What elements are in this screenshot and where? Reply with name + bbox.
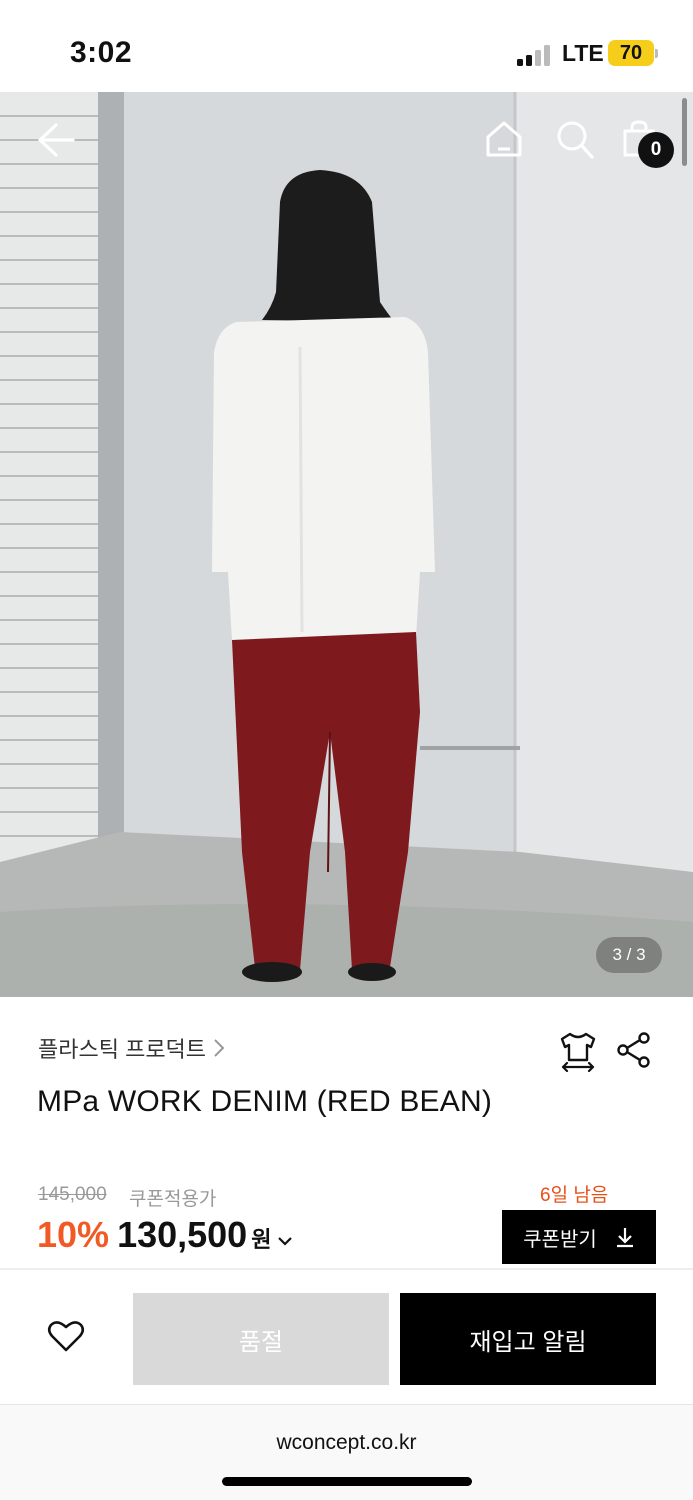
discount-rate: 10% [37,1214,110,1255]
sale-price: 130,500 [117,1214,248,1255]
restock-alert-button[interactable]: 재입고 알림 [400,1293,656,1385]
size-guide-icon[interactable] [558,1030,598,1072]
home-icon[interactable] [485,120,523,158]
cart-count-badge: 0 [638,132,674,168]
chevron-down-icon[interactable] [277,1235,293,1247]
image-page-indicator: 3 / 3 [596,937,662,973]
days-left-label: 6일 남음 [540,1185,609,1206]
url-text[interactable]: wconcept.co.kr [0,1431,693,1455]
coupon-price-label: 쿠폰적용가 [129,1189,217,1210]
product-photo [0,92,693,997]
network-label: LTE [562,40,604,66]
product-title: MPa WORK DENIM (RED BEAN) [37,1085,493,1118]
divider [0,1268,693,1270]
status-time: 3:02 [70,36,133,69]
heart-icon[interactable] [47,1319,85,1353]
price-row[interactable]: 10% 130,500 원 [37,1214,293,1256]
search-icon[interactable] [556,120,594,160]
battery-tip [655,49,658,58]
signal-icon [517,44,553,66]
battery-icon: 70 [608,40,654,66]
scrollbar[interactable] [682,98,687,166]
product-image[interactable]: 0 3 / 3 [0,92,693,997]
brand-name: 플라스틱 프로덕트 [38,1037,207,1062]
home-indicator[interactable] [222,1477,472,1486]
brand-link[interactable]: 플라스틱 프로덕트 [38,1032,226,1064]
download-icon [616,1228,633,1248]
back-arrow-icon[interactable] [36,122,76,158]
soldout-button[interactable]: 품절 [133,1293,389,1385]
get-coupon-label: 쿠폰받기 [523,1228,597,1251]
currency-label: 원 [251,1227,272,1252]
browser-url-bar[interactable]: wconcept.co.kr [0,1404,693,1500]
get-coupon-button[interactable]: 쿠폰받기 [502,1210,656,1264]
chevron-right-icon [214,1039,225,1057]
original-price: 145,000 [38,1184,107,1205]
share-icon[interactable] [617,1032,651,1068]
status-bar: 3:02 LTE 70 [0,0,693,92]
